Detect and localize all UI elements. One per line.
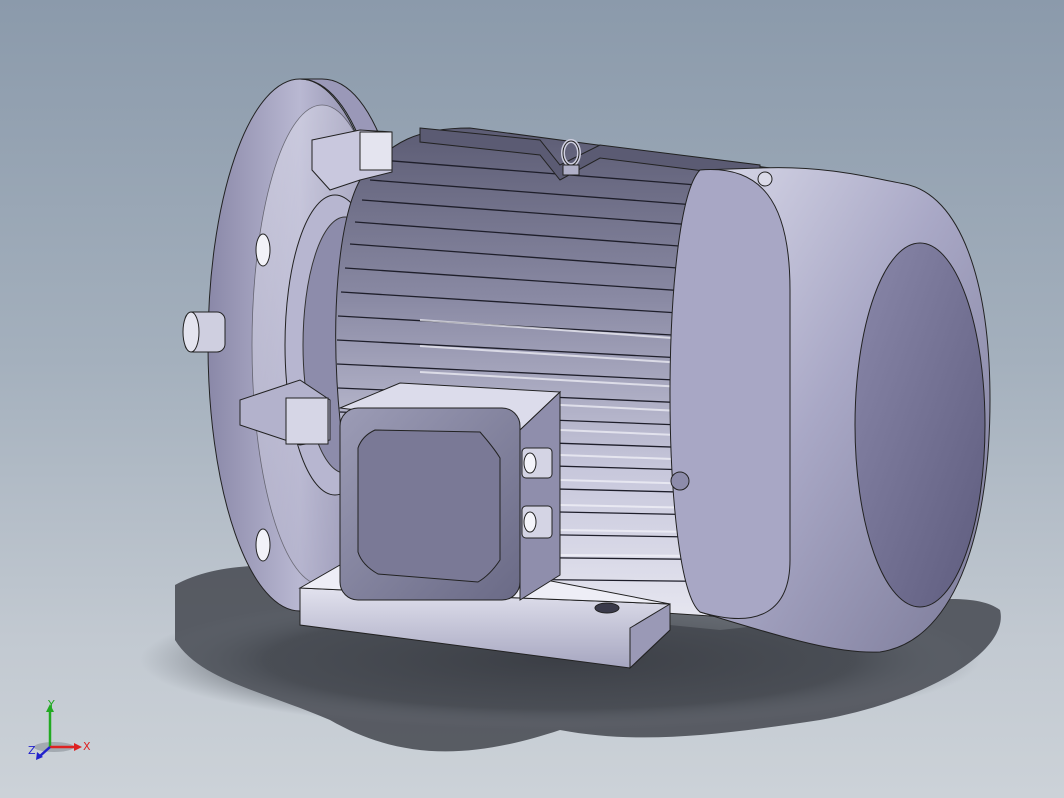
terminal-box[interactable]	[338, 382, 562, 601]
flange-hole-lower	[255, 528, 271, 562]
x-axis-label: X	[83, 740, 91, 753]
fan-cover-end-face	[854, 242, 986, 608]
cap-bolt-side	[670, 471, 690, 491]
terminal-box-lid[interactable]	[357, 429, 501, 583]
cable-gland-upper[interactable]	[521, 447, 553, 479]
flange-hole-upper	[255, 233, 271, 267]
motor-model[interactable]	[0, 0, 1064, 798]
z-axis-label: Z	[28, 744, 36, 757]
foot-mount-hole	[594, 602, 620, 614]
y-axis-label: Y	[47, 700, 55, 711]
cap-bolt-top	[757, 171, 773, 187]
graphics-viewport[interactable]: Y X Z	[0, 0, 1064, 798]
coordinate-triad: Y X Z	[28, 700, 91, 760]
motor-shaft[interactable]	[182, 311, 226, 353]
fan-cover[interactable]	[669, 167, 991, 653]
cable-gland-lower[interactable]	[521, 505, 553, 539]
